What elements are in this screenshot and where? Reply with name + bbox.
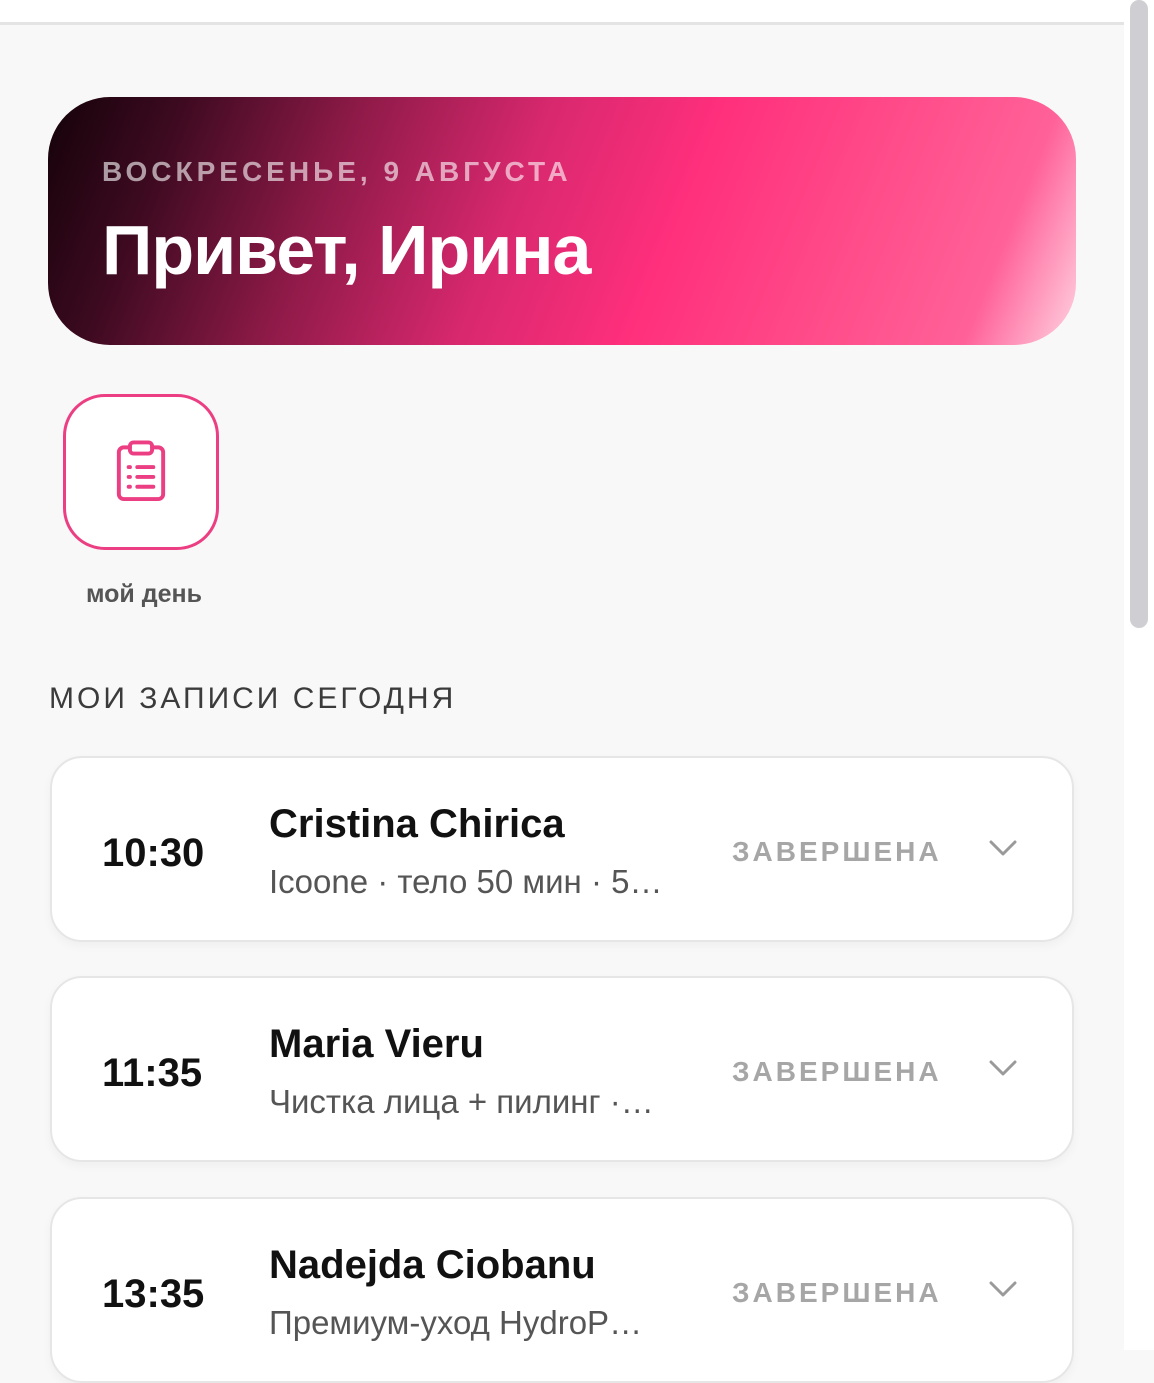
- chevron-down-icon[interactable]: [988, 1279, 1018, 1299]
- status-badge: ЗАВЕРШЕНА: [732, 1056, 942, 1087]
- section-title-today-appointments: МОИ ЗАПИСИ СЕГОДНЯ: [49, 682, 457, 715]
- appointment-client-name: Nadejda Ciobanu: [269, 1243, 596, 1287]
- appointment-service: Премиум-уход HydroP…: [269, 1304, 643, 1341]
- chevron-down-icon[interactable]: [988, 838, 1018, 858]
- current-date: ВОСКРЕСЕНЬЕ, 9 АВГУСТА: [102, 156, 572, 187]
- clipboard-list-icon: [116, 440, 166, 502]
- appointment-card[interactable]: 10:30 Cristina Chirica Icoone · тело 50 …: [50, 756, 1074, 942]
- chevron-down-icon[interactable]: [988, 1058, 1018, 1078]
- status-badge: ЗАВЕРШЕНА: [732, 1277, 942, 1308]
- appointment-service: Icoone · тело 50 мин · 5…: [269, 863, 663, 900]
- appointment-card[interactable]: 11:35 Maria Vieru Чистка лица + пилинг ·…: [50, 976, 1074, 1162]
- appointment-client-name: Cristina Chirica: [269, 802, 565, 846]
- appointment-time: 11:35: [102, 1051, 203, 1095]
- appointment-client-name: Maria Vieru: [269, 1022, 484, 1066]
- greeting-title: Привет, Ирина: [102, 211, 591, 289]
- my-day-button[interactable]: [63, 394, 219, 550]
- scrollbar-thumb[interactable]: [1130, 0, 1148, 628]
- top-bar: [0, 0, 1124, 25]
- my-day-label: мой день: [86, 580, 202, 608]
- appointment-card[interactable]: 13:35 Nadejda Ciobanu Премиум-уход Hydro…: [50, 1197, 1074, 1383]
- appointment-time: 10:30: [102, 831, 205, 875]
- appointment-time: 13:35: [102, 1272, 205, 1316]
- appointment-service: Чистка лица + пилинг ·…: [269, 1083, 654, 1120]
- status-badge: ЗАВЕРШЕНА: [732, 836, 942, 867]
